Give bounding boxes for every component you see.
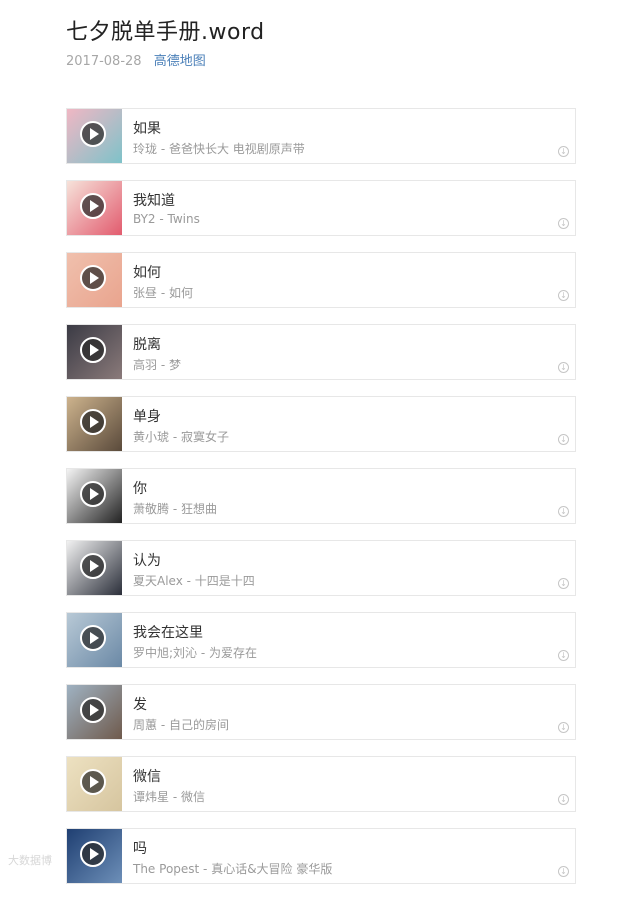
album-cover (67, 613, 122, 667)
play-icon[interactable] (80, 697, 106, 723)
song-title: 我知道 (133, 193, 175, 209)
download-icon[interactable]: ↓ (558, 578, 569, 589)
song-artist: 高羽 - 梦 (133, 358, 181, 372)
song-card[interactable]: 发周蕙 - 自己的房间 ↓ (66, 684, 576, 740)
song-title: 如果 (133, 121, 161, 137)
song-artist: 谭炜星 - 微信 (133, 790, 205, 804)
song-artist: The Popest - 真心话&大冒险 豪华版 (133, 862, 333, 876)
play-icon[interactable] (80, 625, 106, 651)
download-icon[interactable]: ↓ (558, 146, 569, 157)
watermark: 大数据博 (8, 854, 52, 867)
song-title: 单身 (133, 409, 161, 425)
playlist: 如果 玲珑 - 爸爸快长大 电视剧原声带 ↓ 我知道 BY2 - Twins ↓ 如何 张昼 … (66, 108, 576, 900)
play-icon[interactable] (80, 481, 106, 507)
song-artist: 玲珑 - 爸爸快长大 电视剧原声带 (133, 142, 305, 156)
song-card[interactable]: 如何张昼 - 如何 ↓ (66, 252, 576, 308)
download-icon[interactable]: ↓ (558, 362, 569, 373)
play-icon[interactable] (80, 265, 106, 291)
album-cover (67, 109, 122, 163)
song-title: 脱离 (133, 337, 161, 353)
song-card[interactable]: 如果玲珑 - 爸爸快长大 电视剧原声带 ↓ (66, 108, 576, 164)
song-card[interactable]: 你萧敬腾 - 狂想曲 ↓ (66, 468, 576, 524)
download-icon[interactable]: ↓ (558, 218, 569, 229)
album-cover (67, 469, 122, 523)
song-title: 吗 (133, 841, 147, 857)
location-link[interactable]: 高德地图 (154, 54, 206, 69)
play-icon[interactable] (80, 193, 106, 219)
album-cover (67, 541, 122, 595)
play-icon[interactable] (80, 337, 106, 363)
download-icon[interactable]: ↓ (558, 434, 569, 445)
download-icon[interactable]: ↓ (558, 290, 569, 301)
song-card[interactable]: 我会在这里罗中旭;刘沁 - 为爱存在 ↓ (66, 612, 576, 668)
song-card[interactable]: 认为夏天Alex - 十四是十四 ↓ (66, 540, 576, 596)
song-card[interactable]: 我知道 BY2 - Twins ↓ (66, 180, 576, 236)
song-card[interactable]: 微信谭炜星 - 微信 ↓ (66, 756, 576, 812)
song-title: 我会在这里 (133, 625, 203, 641)
song-artist: 周蕙 - 自己的房间 (133, 718, 229, 732)
album-cover (67, 397, 122, 451)
play-icon[interactable] (80, 553, 106, 579)
download-icon[interactable]: ↓ (558, 650, 569, 661)
song-card[interactable]: 单身黄小琥 - 寂寞女子 ↓ (66, 396, 576, 452)
song-artist: 萧敬腾 - 狂想曲 (133, 502, 217, 516)
page-title: 七夕脱单手册.word (66, 20, 265, 45)
play-icon[interactable] (80, 841, 106, 867)
song-artist: BY2 - Twins (133, 212, 200, 226)
download-icon[interactable]: ↓ (558, 794, 569, 805)
download-icon[interactable]: ↓ (558, 866, 569, 877)
play-icon[interactable] (80, 769, 106, 795)
song-artist: 张昼 - 如何 (133, 286, 193, 300)
post-date: 2017-08-28 (66, 54, 142, 69)
album-cover (67, 757, 122, 811)
play-icon[interactable] (80, 121, 106, 147)
song-card[interactable]: 吗 The Popest - 真心话&大冒险 豪华版 ↓ (66, 828, 576, 884)
post-meta: 2017-08-28 高德地图 (66, 50, 206, 69)
song-artist: 夏天Alex - 十四是十四 (133, 574, 255, 588)
play-icon[interactable] (80, 409, 106, 435)
song-title: 如何 (133, 265, 161, 281)
song-card[interactable]: 脱离高羽 - 梦 ↓ (66, 324, 576, 380)
song-artist: 罗中旭;刘沁 - 为爱存在 (133, 646, 258, 660)
song-title: 认为 (133, 553, 161, 569)
album-cover (67, 181, 122, 235)
album-cover (67, 685, 122, 739)
album-cover (67, 325, 122, 379)
download-icon[interactable]: ↓ (558, 506, 569, 517)
song-title: 微信 (133, 769, 161, 785)
song-title: 发 (133, 697, 147, 713)
song-title: 你 (133, 481, 147, 497)
download-icon[interactable]: ↓ (558, 722, 569, 733)
album-cover (67, 253, 122, 307)
song-artist: 黄小琥 - 寂寞女子 (133, 430, 229, 444)
